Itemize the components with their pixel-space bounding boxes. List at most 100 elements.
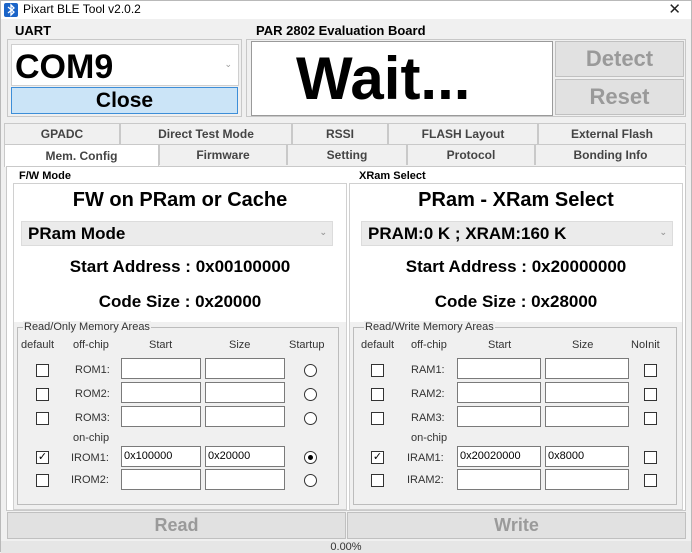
iram2-noinit-checkbox[interactable] [644, 474, 657, 487]
tab-setting[interactable]: Setting [287, 144, 407, 165]
irom2-startup-radio[interactable] [304, 474, 317, 487]
tab-gpadc[interactable]: GPADC [4, 123, 120, 144]
rom2-size-field[interactable] [205, 382, 285, 403]
ram2-start-field[interactable] [457, 382, 541, 403]
fw-mode-combo[interactable]: PRam Mode ⌄ [21, 221, 333, 246]
chevron-down-icon: ⌄ [659, 227, 667, 237]
tab-protocol[interactable]: Protocol [407, 144, 535, 165]
chevron-down-icon: ⌄ [319, 227, 327, 237]
reset-label: Reset [589, 84, 650, 109]
iram1-start-field[interactable]: 0x20020000 [457, 446, 541, 467]
tab-label: Firmware [196, 148, 250, 162]
ram3-label: RAM3: [411, 412, 445, 424]
rom1-label: ROM1: [75, 364, 110, 376]
irom2-size-field[interactable] [205, 469, 285, 490]
tab-label: GPADC [40, 127, 84, 141]
tab-label: RSSI [325, 127, 354, 141]
iram1-label: IRAM1: [407, 452, 444, 464]
col-startup: Startup [289, 339, 325, 351]
title-bar: Pixart BLE Tool v2.0.2 ✕ [1, 1, 691, 19]
tab-bonding-info[interactable]: Bonding Info [535, 144, 686, 165]
close-port-label: Close [95, 88, 154, 112]
xram-combo-value: PRAM:0 K ; XRAM:160 K [368, 223, 567, 243]
fw-mode-section-title: F/W Mode [19, 170, 71, 182]
irom1-start-field[interactable]: 0x100000 [121, 446, 201, 467]
ram3-noinit-checkbox[interactable] [644, 412, 657, 425]
close-icon[interactable]: ✕ [668, 0, 681, 18]
tab-label: Direct Test Mode [158, 127, 254, 141]
ram2-noinit-checkbox[interactable] [644, 388, 657, 401]
tab-label: Mem. Config [45, 149, 118, 163]
board-label: PAR 2802 Evaluation Board [256, 23, 426, 38]
ro-memory-group-title: Read/Only Memory Areas [23, 321, 151, 333]
reset-button[interactable]: Reset [555, 79, 684, 115]
tab-firmware[interactable]: Firmware [159, 144, 287, 165]
read-button[interactable]: Read [7, 512, 346, 539]
tab-label: Bonding Info [573, 148, 648, 162]
ram3-start-field[interactable] [457, 406, 541, 427]
iram2-label: IRAM2: [407, 474, 444, 486]
fw-code-size: Code Size : 0x20000 [98, 292, 262, 311]
rom2-default-checkbox[interactable] [36, 388, 49, 401]
ram2-label: RAM2: [411, 388, 445, 400]
port-combo[interactable]: COM9 ⌄ [11, 44, 239, 86]
col-default: default [361, 339, 395, 351]
irom2-start-field[interactable] [121, 469, 201, 490]
tab-direct-test-mode[interactable]: Direct Test Mode [120, 123, 292, 144]
ram1-start-field[interactable] [457, 358, 541, 379]
irom1-startup-radio[interactable] [304, 451, 317, 464]
chevron-down-icon: ⌄ [224, 59, 232, 69]
rom3-start-field[interactable] [121, 406, 201, 427]
ram2-default-checkbox[interactable] [371, 388, 384, 401]
tab-external-flash[interactable]: External Flash [538, 123, 686, 144]
rw-memory-group-title: Read/Write Memory Areas [364, 321, 495, 333]
write-button[interactable]: Write [347, 512, 686, 539]
tab-row-1: GPADC Direct Test Mode RSSI FLASH Layout… [4, 123, 686, 144]
iram1-size-field[interactable]: 0x8000 [545, 446, 629, 467]
rom3-default-checkbox[interactable] [36, 412, 49, 425]
irom1-default-checkbox[interactable]: ✓ [36, 451, 49, 464]
port-value: COM9 [15, 48, 114, 86]
iram1-default-checkbox[interactable]: ✓ [371, 451, 384, 464]
fw-mode-heading: FW on PRam or Cache [72, 189, 288, 211]
xram-code-size: Code Size : 0x28000 [434, 292, 598, 311]
ram3-size-field[interactable] [545, 406, 629, 427]
tab-flash-layout[interactable]: FLASH Layout [388, 123, 538, 144]
ram2-size-field[interactable] [545, 382, 629, 403]
xram-combo[interactable]: PRAM:0 K ; XRAM:160 K ⌄ [361, 221, 673, 246]
rom2-start-field[interactable] [121, 382, 201, 403]
rom1-startup-radio[interactable] [304, 364, 317, 377]
detect-button[interactable]: Detect [555, 41, 684, 77]
tab-rssi[interactable]: RSSI [292, 123, 388, 144]
ram3-default-checkbox[interactable] [371, 412, 384, 425]
window-title: Pixart BLE Tool v2.0.2 [23, 2, 141, 16]
tab-label: Setting [326, 148, 368, 162]
rom3-size-field[interactable] [205, 406, 285, 427]
iram1-noinit-checkbox[interactable] [644, 451, 657, 464]
detect-label: Detect [585, 46, 654, 71]
iram2-start-field[interactable] [457, 469, 541, 490]
tab-label: FLASH Layout [421, 127, 505, 141]
ram1-size-field[interactable] [545, 358, 629, 379]
iram2-size-field[interactable] [545, 469, 629, 490]
rom1-default-checkbox[interactable] [36, 364, 49, 377]
iram2-default-checkbox[interactable] [371, 474, 384, 487]
ram1-default-checkbox[interactable] [371, 364, 384, 377]
rom1-start-field[interactable] [121, 358, 201, 379]
main-window: Pixart BLE Tool v2.0.2 ✕ UART COM9 ⌄ Clo… [0, 0, 692, 553]
col-default: default [21, 339, 55, 351]
tab-label: External Flash [570, 127, 654, 141]
rom3-label: ROM3: [75, 412, 110, 424]
ram1-noinit-checkbox[interactable] [644, 364, 657, 377]
onchip-label: on-chip [411, 432, 448, 444]
col-start: Start [488, 339, 512, 351]
onchip-label: on-chip [73, 432, 110, 444]
rom3-startup-radio[interactable] [304, 412, 317, 425]
close-port-button[interactable]: Close [11, 87, 238, 114]
tab-mem-config[interactable]: Mem. Config [4, 144, 159, 167]
rom1-size-field[interactable] [205, 358, 285, 379]
irom1-size-field[interactable]: 0x20000 [205, 446, 285, 467]
tab-label: Protocol [446, 148, 496, 162]
irom2-default-checkbox[interactable] [36, 474, 49, 487]
rom2-startup-radio[interactable] [304, 388, 317, 401]
